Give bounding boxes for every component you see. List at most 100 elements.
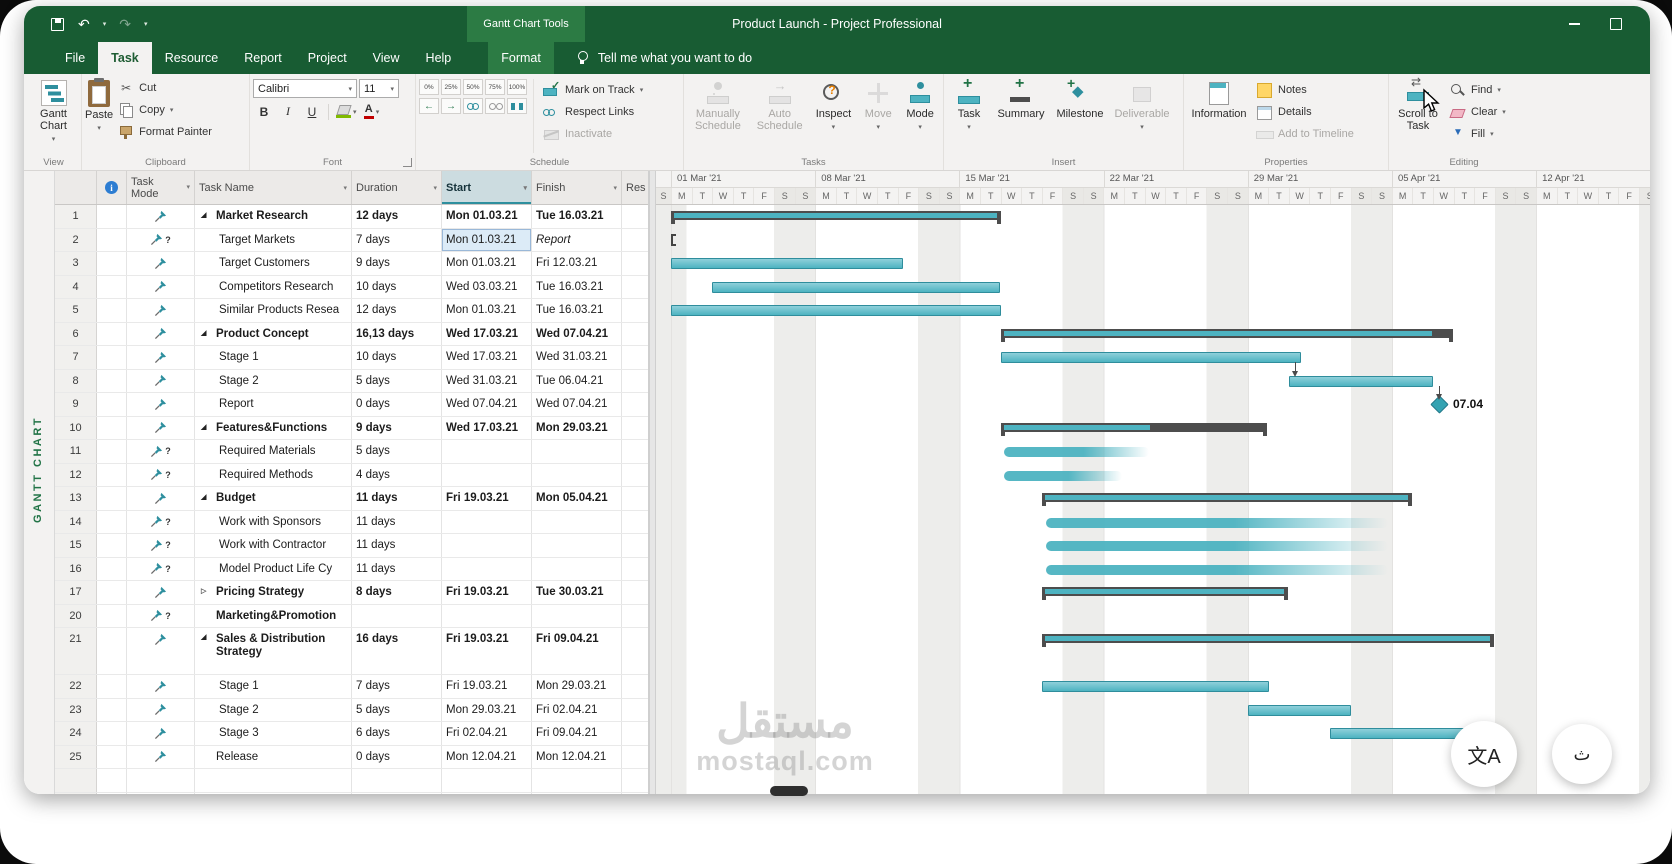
information-button[interactable]: Information bbox=[1187, 77, 1251, 155]
task-name-cell[interactable]: Stage 3 bbox=[195, 722, 352, 745]
timeline-day-cell[interactable]: W bbox=[1577, 188, 1598, 204]
duration-cell[interactable]: 16 days bbox=[352, 628, 442, 674]
finish-cell[interactable] bbox=[532, 604, 622, 627]
timeline-day-cell[interactable]: T bbox=[835, 188, 857, 204]
row-number-cell[interactable]: 8 bbox=[55, 369, 97, 392]
outdent-task-button[interactable]: ← bbox=[419, 98, 439, 114]
table-row[interactable]: 14? Work with Sponsors 11 days bbox=[55, 510, 648, 534]
task-mode-cell[interactable] bbox=[127, 769, 195, 792]
task-mode-cell[interactable] bbox=[127, 299, 195, 322]
task-name-cell[interactable]: Required Materials bbox=[195, 440, 352, 463]
row-info-cell[interactable] bbox=[97, 792, 127, 794]
task-name-cell[interactable]: Report bbox=[195, 393, 352, 416]
font-size-select[interactable]: 11 ▾ bbox=[359, 79, 399, 98]
mode-button[interactable]: Mode ▾ bbox=[900, 77, 940, 155]
italic-button[interactable]: I bbox=[277, 102, 299, 121]
row-number-cell[interactable]: 9 bbox=[55, 393, 97, 416]
tell-me-box[interactable]: Tell me what you want to do bbox=[576, 42, 752, 74]
timeline-day-cell[interactable]: T bbox=[691, 188, 713, 204]
fill-button[interactable]: Fill ▾ bbox=[1446, 123, 1509, 144]
timeline-day-cell[interactable]: T bbox=[876, 188, 898, 204]
task-name-cell[interactable]: Stage 2 bbox=[195, 369, 352, 392]
resources-cell[interactable] bbox=[622, 464, 648, 487]
table-row[interactable]: 23 Stage 2 5 days Mon 29.03.21 Fri 02.04.21 bbox=[55, 698, 648, 722]
timeline-day-cell[interactable]: T bbox=[1597, 188, 1619, 204]
task-name-cell[interactable]: Target Customers bbox=[195, 252, 352, 275]
duration-cell[interactable]: 10 days bbox=[352, 346, 442, 369]
duration-cell[interactable]: 0 days bbox=[352, 745, 442, 768]
gantt-summary-bar[interactable] bbox=[1001, 422, 1267, 436]
duration-column-header[interactable]: Duration ▾ bbox=[352, 171, 442, 204]
resources-cell[interactable] bbox=[622, 393, 648, 416]
undo-dropdown-icon[interactable]: ▾ bbox=[103, 20, 107, 28]
start-cell[interactable]: Mon 12.04.21 bbox=[442, 745, 532, 768]
add-to-timeline-button[interactable]: Add to Timeline bbox=[1253, 123, 1357, 144]
row-info-cell[interactable] bbox=[97, 581, 127, 604]
row-info-cell[interactable] bbox=[97, 534, 127, 557]
row-number-cell[interactable]: 13 bbox=[55, 487, 97, 510]
start-cell[interactable]: Mon 29.03.21 bbox=[442, 698, 532, 721]
pane-splitter[interactable] bbox=[649, 171, 656, 794]
row-number-cell[interactable]: 4 bbox=[55, 275, 97, 298]
start-cell[interactable] bbox=[442, 463, 532, 486]
finish-cell[interactable]: Tue 16.03.21 bbox=[532, 205, 622, 228]
task-mode-cell[interactable] bbox=[127, 628, 195, 674]
duration-cell[interactable]: 10 days bbox=[352, 275, 442, 298]
percent-complete-button[interactable]: 25% bbox=[441, 79, 461, 95]
table-row[interactable]: 3 Target Customers 9 days Mon 01.03.21 Fri 1… bbox=[55, 252, 648, 276]
row-number-cell[interactable]: 12 bbox=[55, 463, 97, 486]
start-cell[interactable]: Mon 01.03.21 bbox=[442, 252, 532, 275]
task-name-cell[interactable] bbox=[195, 792, 352, 794]
resources-cell[interactable] bbox=[622, 323, 648, 346]
row-number-cell[interactable]: 7 bbox=[55, 346, 97, 369]
timeline-day-cell[interactable]: M bbox=[1247, 188, 1269, 204]
task-mode-cell[interactable]: ? bbox=[127, 604, 195, 627]
gantt-task-bar[interactable] bbox=[1042, 681, 1269, 692]
finish-cell[interactable] bbox=[532, 792, 622, 794]
timeline-day-cell[interactable]: M bbox=[959, 188, 980, 204]
timeline-day-cell[interactable]: F bbox=[1185, 188, 1207, 204]
task-mode-cell[interactable] bbox=[127, 346, 195, 369]
task-name-cell[interactable]: Release bbox=[195, 745, 352, 768]
task-mode-cell[interactable]: ? bbox=[127, 557, 195, 580]
row-number-cell[interactable]: 23 bbox=[55, 698, 97, 721]
timeline-day-cell[interactable]: S bbox=[1515, 188, 1536, 204]
task-name-cell[interactable]: Features&Functions bbox=[195, 416, 352, 439]
cut-button[interactable]: Cut bbox=[115, 77, 215, 98]
duration-cell[interactable] bbox=[352, 604, 442, 627]
start-cell[interactable]: Fri 19.03.21 bbox=[442, 675, 532, 698]
insert-task-button[interactable]: Task ▾ bbox=[947, 77, 991, 155]
task-name-cell[interactable]: Sales & Distribution Strategy bbox=[195, 628, 352, 674]
collapse-triangle-icon[interactable] bbox=[201, 493, 214, 503]
timeline-day-cell[interactable]: W bbox=[1144, 188, 1166, 204]
finish-cell[interactable]: Wed 31.03.21 bbox=[532, 346, 622, 369]
timeline-day-cell[interactable]: W bbox=[856, 188, 877, 204]
task-name-cell[interactable]: Required Methods bbox=[195, 463, 352, 486]
filter-arrow-icon[interactable]: ▾ bbox=[433, 184, 437, 192]
finish-cell[interactable] bbox=[532, 440, 622, 463]
timeline-day-cell[interactable]: T bbox=[732, 188, 754, 204]
table-row[interactable]: 2? Target Markets 7 days Mon 01.03.21 Report bbox=[55, 228, 648, 252]
finish-cell[interactable]: Wed 07.04.21 bbox=[532, 322, 622, 345]
timeline-day-cell[interactable]: T bbox=[1412, 188, 1433, 204]
table-row[interactable]: 10 Features&Functions 9 daysWed 17.03.21Mo… bbox=[55, 416, 648, 440]
finish-cell[interactable] bbox=[532, 463, 622, 486]
resources-cell[interactable] bbox=[622, 417, 648, 440]
resources-cell[interactable] bbox=[622, 769, 648, 792]
finish-cell[interactable]: Fri 09.04.21 bbox=[532, 628, 622, 674]
task-mode-cell[interactable] bbox=[127, 722, 195, 745]
task-mode-cell[interactable] bbox=[127, 393, 195, 416]
table-row[interactable]: 9 Report 0 days Wed 07.04.21 Wed 07.04.21 bbox=[55, 393, 648, 417]
finish-cell[interactable] bbox=[532, 534, 622, 557]
task-name-cell[interactable]: Model Product Life Cy bbox=[195, 557, 352, 580]
row-number-cell[interactable]: 24 bbox=[55, 722, 97, 745]
finish-cell[interactable]: Fri 12.03.21 bbox=[532, 252, 622, 275]
row-number-cell[interactable] bbox=[55, 792, 97, 794]
row-number-cell[interactable]: 1 bbox=[55, 205, 97, 228]
row-info-cell[interactable] bbox=[97, 745, 127, 768]
timeline-week-label[interactable]: 12 Apr '21 bbox=[1536, 171, 1650, 187]
row-info-cell[interactable] bbox=[97, 604, 127, 627]
finish-cell[interactable]: Tue 30.03.21 bbox=[532, 581, 622, 604]
table-row[interactable] bbox=[55, 792, 648, 794]
start-cell[interactable]: Wed 17.03.21 bbox=[442, 346, 532, 369]
